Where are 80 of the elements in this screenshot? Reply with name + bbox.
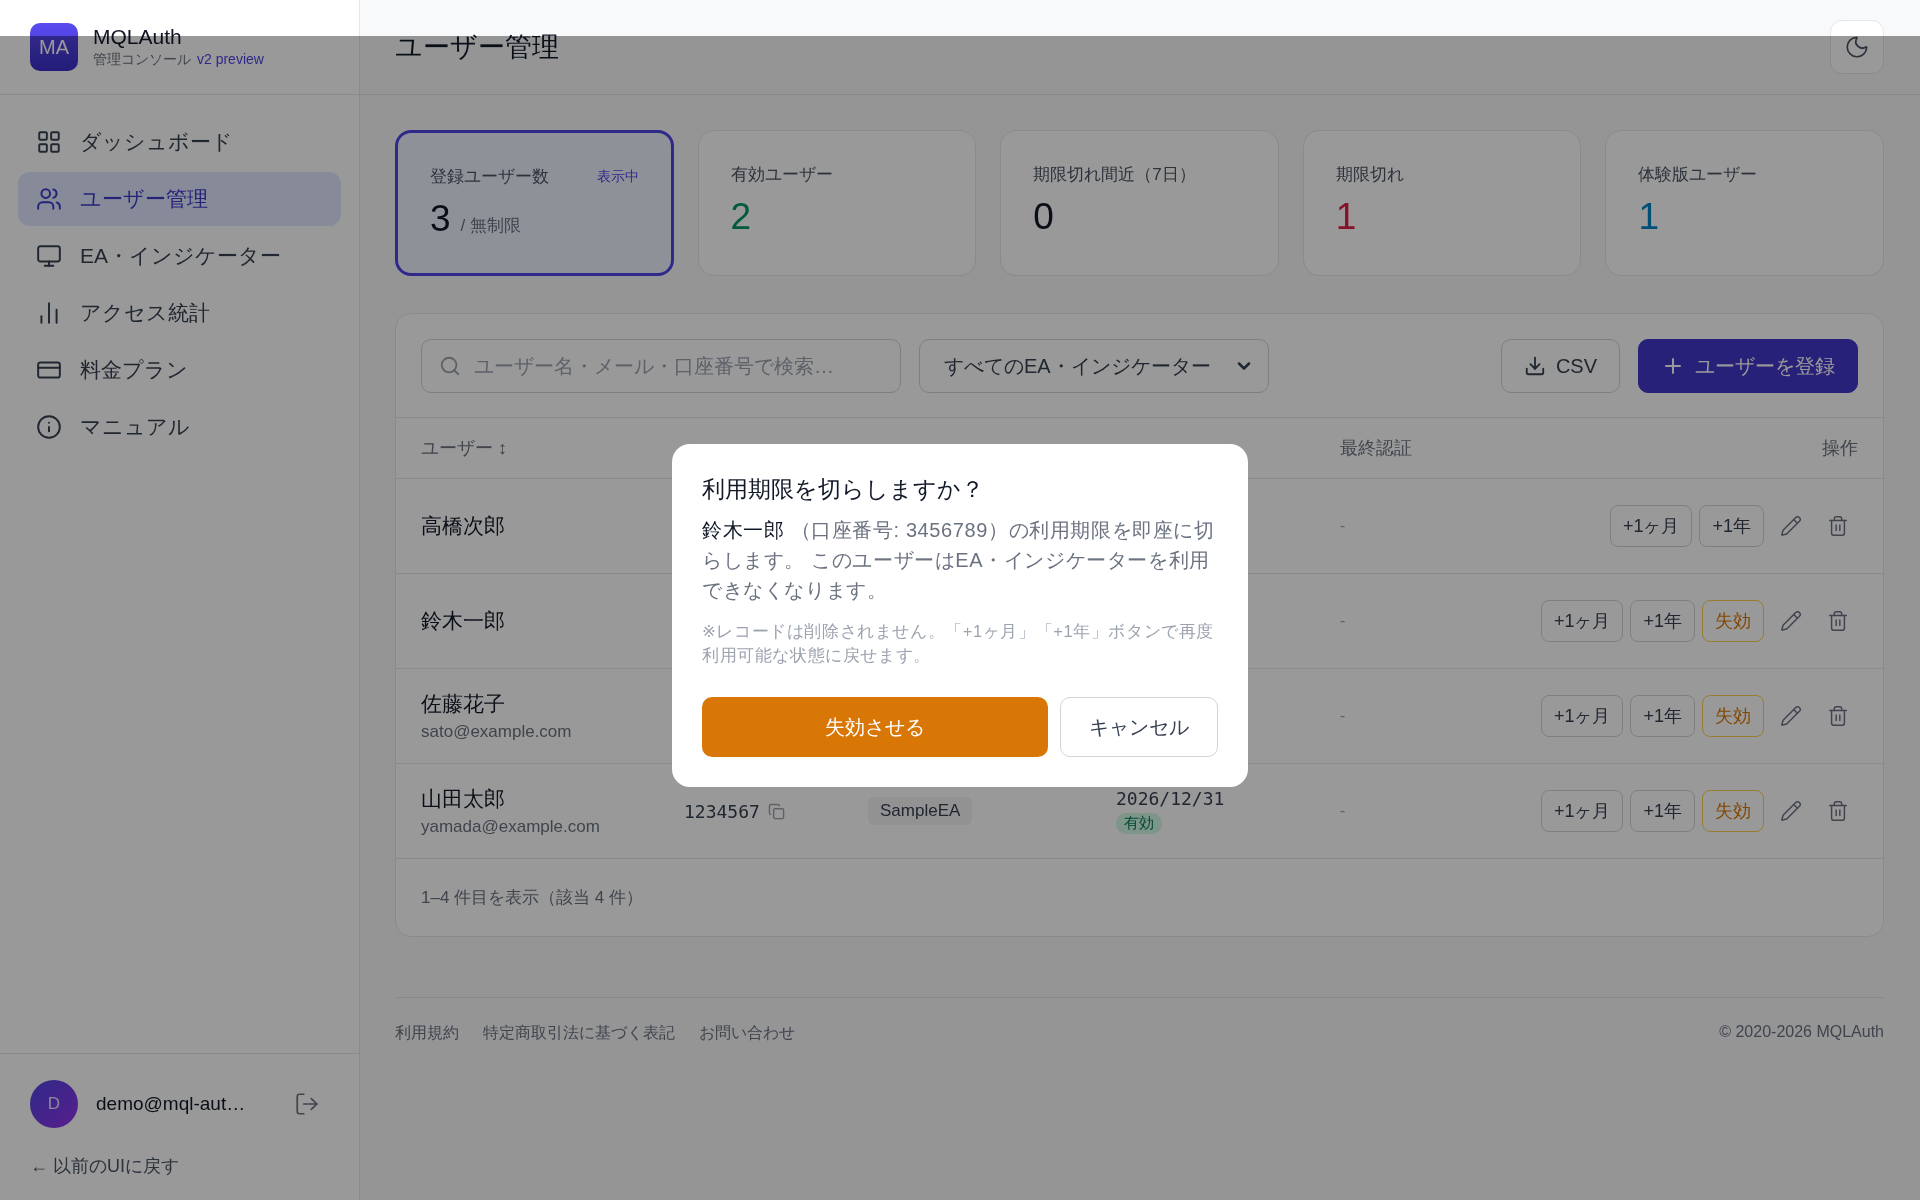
extend-button[interactable]: +1ヶ月 [1540, 695, 1624, 737]
copy-icon[interactable] [767, 802, 785, 820]
table-summary: 1–4 件目を表示（該当 4 件） [420, 887, 644, 909]
stat-suffix: / 無制限 [460, 215, 522, 237]
stat-value: 1 [1335, 196, 1357, 238]
cancel-button[interactable]: キャンセル [1060, 697, 1218, 757]
account-number: 1234567 [684, 800, 760, 822]
extend-button[interactable]: +1ヶ月 [1540, 790, 1624, 832]
extend-button[interactable]: +1年 [1699, 505, 1764, 547]
info-icon [36, 414, 62, 440]
last-auth: - [1340, 802, 1347, 820]
stat-card[interactable]: 期限切れ間近（7日） 0 [1000, 130, 1279, 276]
last-auth: - [1340, 612, 1347, 630]
dialog-message: 鈴木一郎 （口座番号: 3456789）の利用期限を即座に切らします。 このユーザーはEA・インジケーターを利用できなくなります。 [702, 518, 1216, 603]
footer-link[interactable]: 特定商取引法に基づく表記 [483, 1023, 675, 1044]
user-name: 佐藤花子 [421, 691, 506, 717]
stat-status-label: 表示中 [596, 167, 639, 186]
sidebar-item[interactable]: マニュアル [18, 400, 341, 454]
stat-value: 3 [430, 198, 451, 240]
sidebar-item[interactable]: アクセス統計 [18, 286, 341, 340]
add-user-button[interactable]: ユーザーを登録 [1638, 339, 1858, 393]
filter-select[interactable]: すべてのEA・インジケーター [919, 339, 1269, 393]
footer-link[interactable]: 利用規約 [395, 1023, 459, 1044]
stat-label: 期限切れ間近（7日） [1033, 164, 1196, 186]
stat-value: 2 [730, 196, 752, 238]
extend-button[interactable]: +1年 [1630, 790, 1695, 832]
users-icon [36, 186, 62, 212]
download-icon [1523, 355, 1546, 377]
dialog-note: ※レコードは削除されません。「+1ヶ月」「+1年」ボタンで再度利用可能な状態に戻せます。 [702, 621, 1216, 666]
last-auth: - [1340, 517, 1347, 535]
expiry-date: 2026/12/31 [1116, 788, 1226, 809]
dialog-title: 利用期限を切らしますか？ [702, 475, 985, 504]
stat-label: 有効ユーザー [730, 164, 833, 186]
moon-icon [1844, 34, 1870, 60]
monitor-icon [36, 243, 62, 269]
revoke-button[interactable]: 失効 [1702, 790, 1764, 832]
stat-card[interactable]: 体験版ユーザー 1 [1605, 130, 1884, 276]
user-email: demo@mql-aut… [96, 1093, 247, 1115]
sidebar-item[interactable]: 料金プラン [18, 343, 341, 397]
confirm-button[interactable]: 失効させる [702, 697, 1048, 757]
extend-button[interactable]: +1ヶ月 [1540, 600, 1624, 642]
user-name: 鈴木一郎 [421, 608, 506, 634]
column-header[interactable]: 最終認証 [1340, 436, 1478, 460]
user-email: yamada@example.com [421, 817, 601, 837]
ea-tag: SampleEA [868, 797, 973, 825]
search-field[interactable]: ユーザー名・メール・口座番号で検索… [421, 339, 901, 393]
extend-button[interactable]: +1年 [1630, 695, 1695, 737]
stat-label: 体験版ユーザー [1638, 164, 1758, 186]
app-subtitle: 管理コンソール [93, 51, 191, 69]
stat-label: 登録ユーザー数 [430, 166, 549, 188]
extend-button[interactable]: +1年 [1630, 600, 1695, 642]
revoke-button[interactable]: 失効 [1702, 600, 1764, 642]
sidebar-item[interactable]: EA・インジケーター [18, 229, 341, 283]
footer-link[interactable]: お問い合わせ [699, 1023, 795, 1044]
app-logo: MA [30, 23, 78, 71]
status-badge: 有効 [1116, 813, 1162, 834]
user-email: sato@example.com [421, 722, 573, 742]
stat-card[interactable]: 期限切れ 1 [1302, 130, 1582, 276]
sidebar-item[interactable]: ユーザー管理 [18, 172, 341, 226]
last-auth: - [1340, 707, 1347, 725]
user-name: 高橋次郎 [421, 513, 506, 539]
revoke-button[interactable]: 失効 [1702, 695, 1764, 737]
copyright: © 2020-2026 MQLAuth [1719, 1023, 1884, 1042]
search-icon [439, 355, 461, 377]
page-title: ユーザー管理 [395, 31, 559, 64]
csv-button[interactable]: CSV [1500, 339, 1620, 393]
sidebar-item[interactable]: ダッシュボード [18, 115, 341, 169]
theme-toggle-button[interactable] [1830, 20, 1884, 74]
stat-value: 0 [1033, 196, 1054, 238]
stat-card[interactable]: 有効ユーザー 2 [697, 130, 977, 276]
user-avatar: D [30, 1080, 78, 1128]
stat-value: 1 [1638, 196, 1659, 238]
extend-button[interactable]: +1ヶ月 [1609, 505, 1693, 547]
back-link[interactable]: ← 以前のUIに戻す [30, 1154, 329, 1178]
stat-card[interactable]: 登録ユーザー数 表示中 3 / 無制限 [395, 130, 674, 276]
stat-label: 期限切れ [1335, 164, 1404, 186]
column-header[interactable]: 操作 [1478, 436, 1858, 460]
user-name: 山田太郎 [421, 786, 506, 812]
grid-icon [36, 129, 62, 155]
version-label: v2 preview [197, 51, 264, 69]
